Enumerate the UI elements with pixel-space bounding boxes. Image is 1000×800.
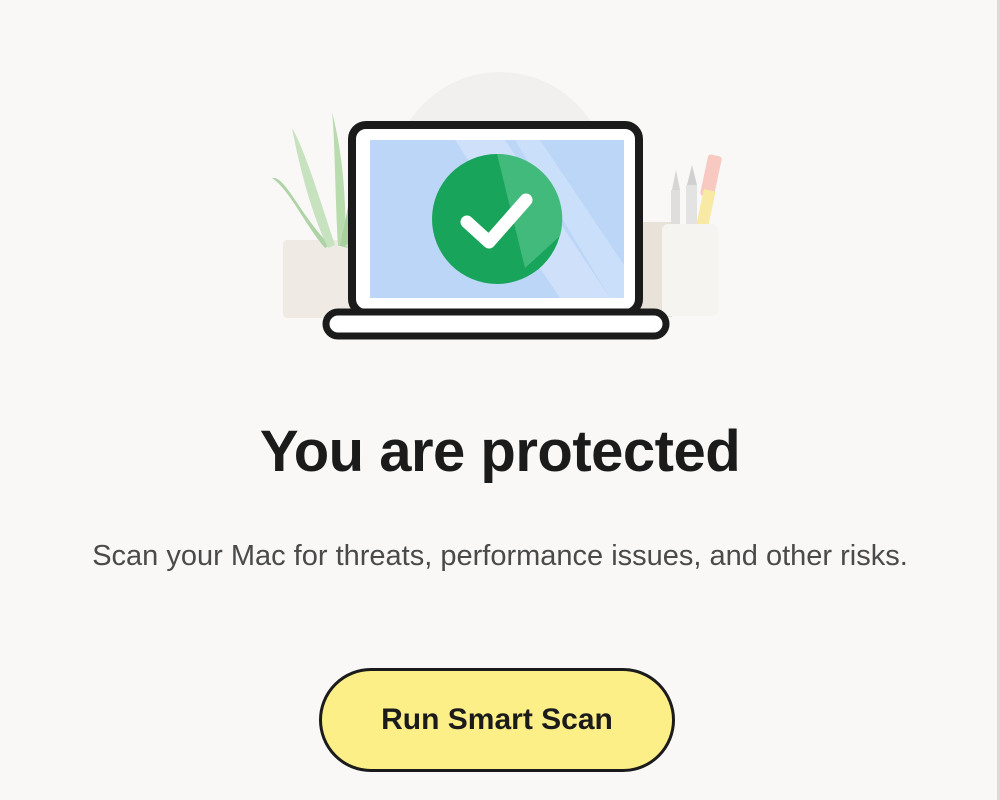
- checkmark-icon: [432, 153, 563, 284]
- protected-illustration: [0, 0, 1000, 380]
- run-smart-scan-button[interactable]: Run Smart Scan: [319, 668, 675, 772]
- status-title: You are protected: [259, 419, 741, 484]
- pencil-cup-icon: [632, 154, 722, 317]
- status-description: Scan your Mac for threats, performance i…: [92, 540, 908, 572]
- laptop-shield-illustration: [272, 72, 722, 340]
- plant-pot: [283, 240, 358, 318]
